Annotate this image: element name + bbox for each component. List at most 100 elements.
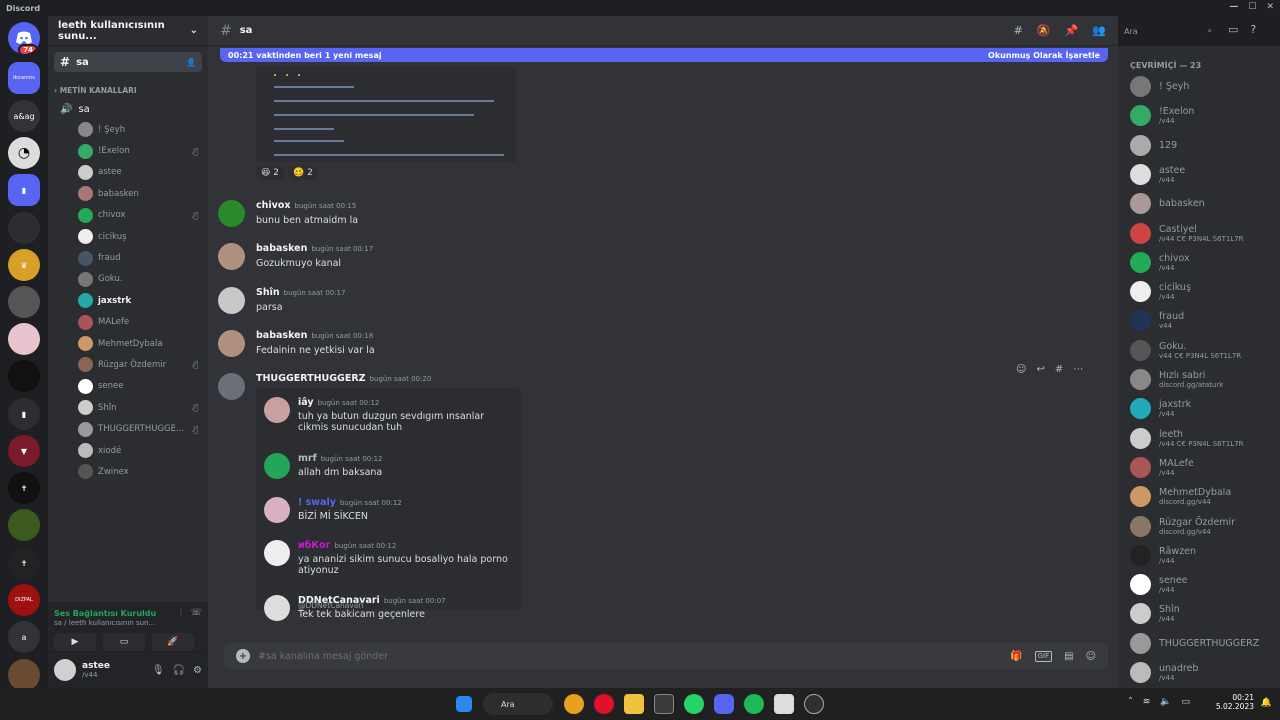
avatar[interactable] — [264, 595, 290, 621]
server-8[interactable] — [8, 323, 40, 355]
avatar[interactable] — [54, 659, 76, 681]
voice-user[interactable]: chivox 🎙̸ — [48, 205, 208, 226]
avatar[interactable] — [264, 453, 290, 479]
notification-icon[interactable]: 🔔 — [1261, 698, 1272, 708]
pin-icon[interactable]: 📌 — [1065, 24, 1079, 37]
avatar[interactable] — [218, 287, 245, 314]
server-5[interactable] — [8, 212, 40, 244]
server-header[interactable]: leeth kullanıcısının sunu... ⌄ — [48, 16, 208, 46]
message-author[interactable]: THUGGERTHUGGERZ — [256, 373, 366, 384]
server-3[interactable]: ◔ — [8, 137, 40, 169]
screen-share-button[interactable]: ▭ — [103, 633, 145, 651]
obs-icon[interactable] — [804, 694, 824, 714]
home-button[interactable]: 74 — [8, 22, 40, 54]
voice-user[interactable]: fraud — [48, 247, 208, 268]
message-author[interactable]: ибКог — [298, 540, 331, 551]
maximize-icon[interactable]: ☐ — [1248, 2, 1256, 12]
add-member-icon[interactable]: 👤 — [186, 58, 196, 67]
member-item[interactable]: !Exelon/v44 — [1130, 105, 1194, 127]
voice-user[interactable]: !Exelon 🎙̸ — [48, 140, 208, 161]
member-item[interactable]: Goku. v44 C€ P3N4L S6T1L7R — [1130, 339, 1241, 361]
avatar[interactable] — [264, 540, 290, 566]
message-author[interactable]: Shîn — [256, 287, 280, 298]
settings-gear-icon[interactable]: ⚙ — [193, 665, 202, 676]
avatar[interactable] — [218, 373, 245, 400]
member-item[interactable]: chivox/v44 — [1130, 251, 1190, 273]
message-author[interactable]: mrf — [298, 453, 317, 464]
member-item[interactable]: senee/v44 — [1130, 574, 1188, 596]
channel-sa[interactable]: # sa 👤 — [54, 52, 202, 72]
add-attachment-icon[interactable]: + — [236, 649, 250, 663]
member-item[interactable]: Rüzgar Özdemir discord.gg/v44 — [1130, 515, 1235, 537]
noise-suppression-icon[interactable]: ⫶ — [180, 608, 182, 618]
server-7[interactable] — [8, 286, 40, 318]
crown-server[interactable]: ♛ — [8, 249, 40, 281]
volume-icon[interactable]: 🔈 — [1160, 697, 1171, 707]
wifi-icon[interactable]: ≋ — [1143, 697, 1151, 707]
voice-user[interactable]: senee — [48, 376, 208, 397]
system-clock[interactable]: 00:21 5.02.2023 — [1216, 693, 1254, 711]
avatar[interactable] — [264, 397, 290, 423]
member-list-icon[interactable]: 👥 — [1092, 24, 1106, 37]
voice-user[interactable]: astee — [48, 162, 208, 183]
avatar[interactable] — [218, 200, 245, 227]
gif-icon[interactable]: GIF — [1034, 650, 1053, 662]
headphones-icon[interactable]: 🎧 — [173, 665, 185, 676]
category-text-channels[interactable]: › METİN KANALLARI — [54, 86, 208, 95]
server-17[interactable] — [8, 659, 40, 691]
spotify-icon[interactable] — [744, 694, 764, 714]
gift-icon[interactable]: 🎁 — [1010, 651, 1022, 662]
new-messages-bar[interactable]: 00:21 vaktinden beri 1 yeni mesaj Okunmu… — [220, 48, 1108, 62]
server-leeth[interactable]: lkcısnms — [8, 62, 40, 94]
start-icon[interactable] — [456, 696, 472, 712]
app-icon[interactable] — [774, 694, 794, 714]
reply-icon[interactable]: ↩ — [1036, 364, 1044, 375]
member-item[interactable]: astee/v44 — [1130, 163, 1185, 185]
message-author[interactable]: chivox — [256, 200, 291, 211]
file-explorer-icon[interactable] — [624, 694, 644, 714]
voice-user[interactable]: Goku. — [48, 269, 208, 290]
member-item[interactable]: THUGGERTHUGGERZ — [1130, 632, 1259, 654]
server-12[interactable]: ✝ — [8, 472, 40, 504]
search-input[interactable]: Ara ⌕ — [1120, 22, 1216, 40]
voice-user[interactable]: MehmetDybala — [48, 333, 208, 354]
member-item[interactable]: Hızlı sabri discord.gg/ataturk — [1130, 369, 1223, 390]
camera-button[interactable]: ▶ — [54, 633, 96, 651]
server-a-a-g[interactable]: a&ag — [8, 100, 40, 132]
member-item[interactable]: jaxstrk/v44 — [1130, 398, 1191, 420]
member-item[interactable]: MALefe/v44 — [1130, 456, 1194, 478]
reaction-laugh[interactable]: 😆 2 — [256, 166, 284, 180]
help-icon[interactable]: ? — [1250, 23, 1256, 36]
microphone-icon[interactable]: 🎙 — [152, 665, 165, 676]
more-options-icon[interactable]: ⋯ — [1073, 364, 1083, 375]
message-author[interactable]: ! swaly — [298, 497, 336, 508]
server-13[interactable] — [8, 509, 40, 541]
member-item[interactable]: Rāwzen/v44 — [1130, 544, 1196, 566]
message-author[interactable]: iây — [298, 397, 314, 408]
minimize-icon[interactable]: — — [1229, 2, 1238, 12]
sticker-icon[interactable]: ▤ — [1064, 651, 1073, 662]
server-16[interactable]: a — [8, 621, 40, 653]
threads-icon[interactable]: # — [1014, 24, 1023, 37]
voice-user[interactable]: jaxstrk — [48, 290, 208, 311]
mark-as-read-button[interactable]: Okunmuş Olarak İşaretle — [988, 51, 1100, 60]
voice-user[interactable]: Zwinex — [48, 461, 208, 482]
voice-channel-sa[interactable]: 🔊 sa — [54, 99, 202, 119]
folder-icon-2[interactable]: ▮ — [8, 398, 40, 430]
avatar[interactable] — [218, 243, 245, 270]
voice-user[interactable]: THUGGERTHUGGE... 🎙̸ — [48, 418, 208, 439]
store-icon[interactable] — [654, 694, 674, 714]
embedded-image[interactable] — [256, 66, 516, 162]
message-author[interactable]: babasken — [256, 330, 307, 341]
mute-bell-icon[interactable]: 🔕 — [1037, 24, 1051, 37]
member-item[interactable]: babasken — [1130, 193, 1205, 215]
voice-user[interactable]: Rüzgar Özdemir 🎙̸ — [48, 354, 208, 375]
voice-user[interactable]: ! Şeyh — [48, 119, 208, 140]
member-item[interactable]: unadreb/v44 — [1130, 662, 1198, 683]
emoji-icon[interactable]: ☺ — [1086, 651, 1096, 662]
close-icon[interactable]: ✕ — [1266, 2, 1274, 12]
message-input[interactable]: + #sa kanalına mesaj gönder 🎁 GIF ▤ ☺ — [224, 643, 1108, 669]
voice-user[interactable]: babasken — [48, 183, 208, 204]
member-item[interactable]: MehmetDybala discord.gg/v44 — [1130, 486, 1231, 508]
member-item[interactable]: fraud v44 — [1130, 310, 1184, 332]
